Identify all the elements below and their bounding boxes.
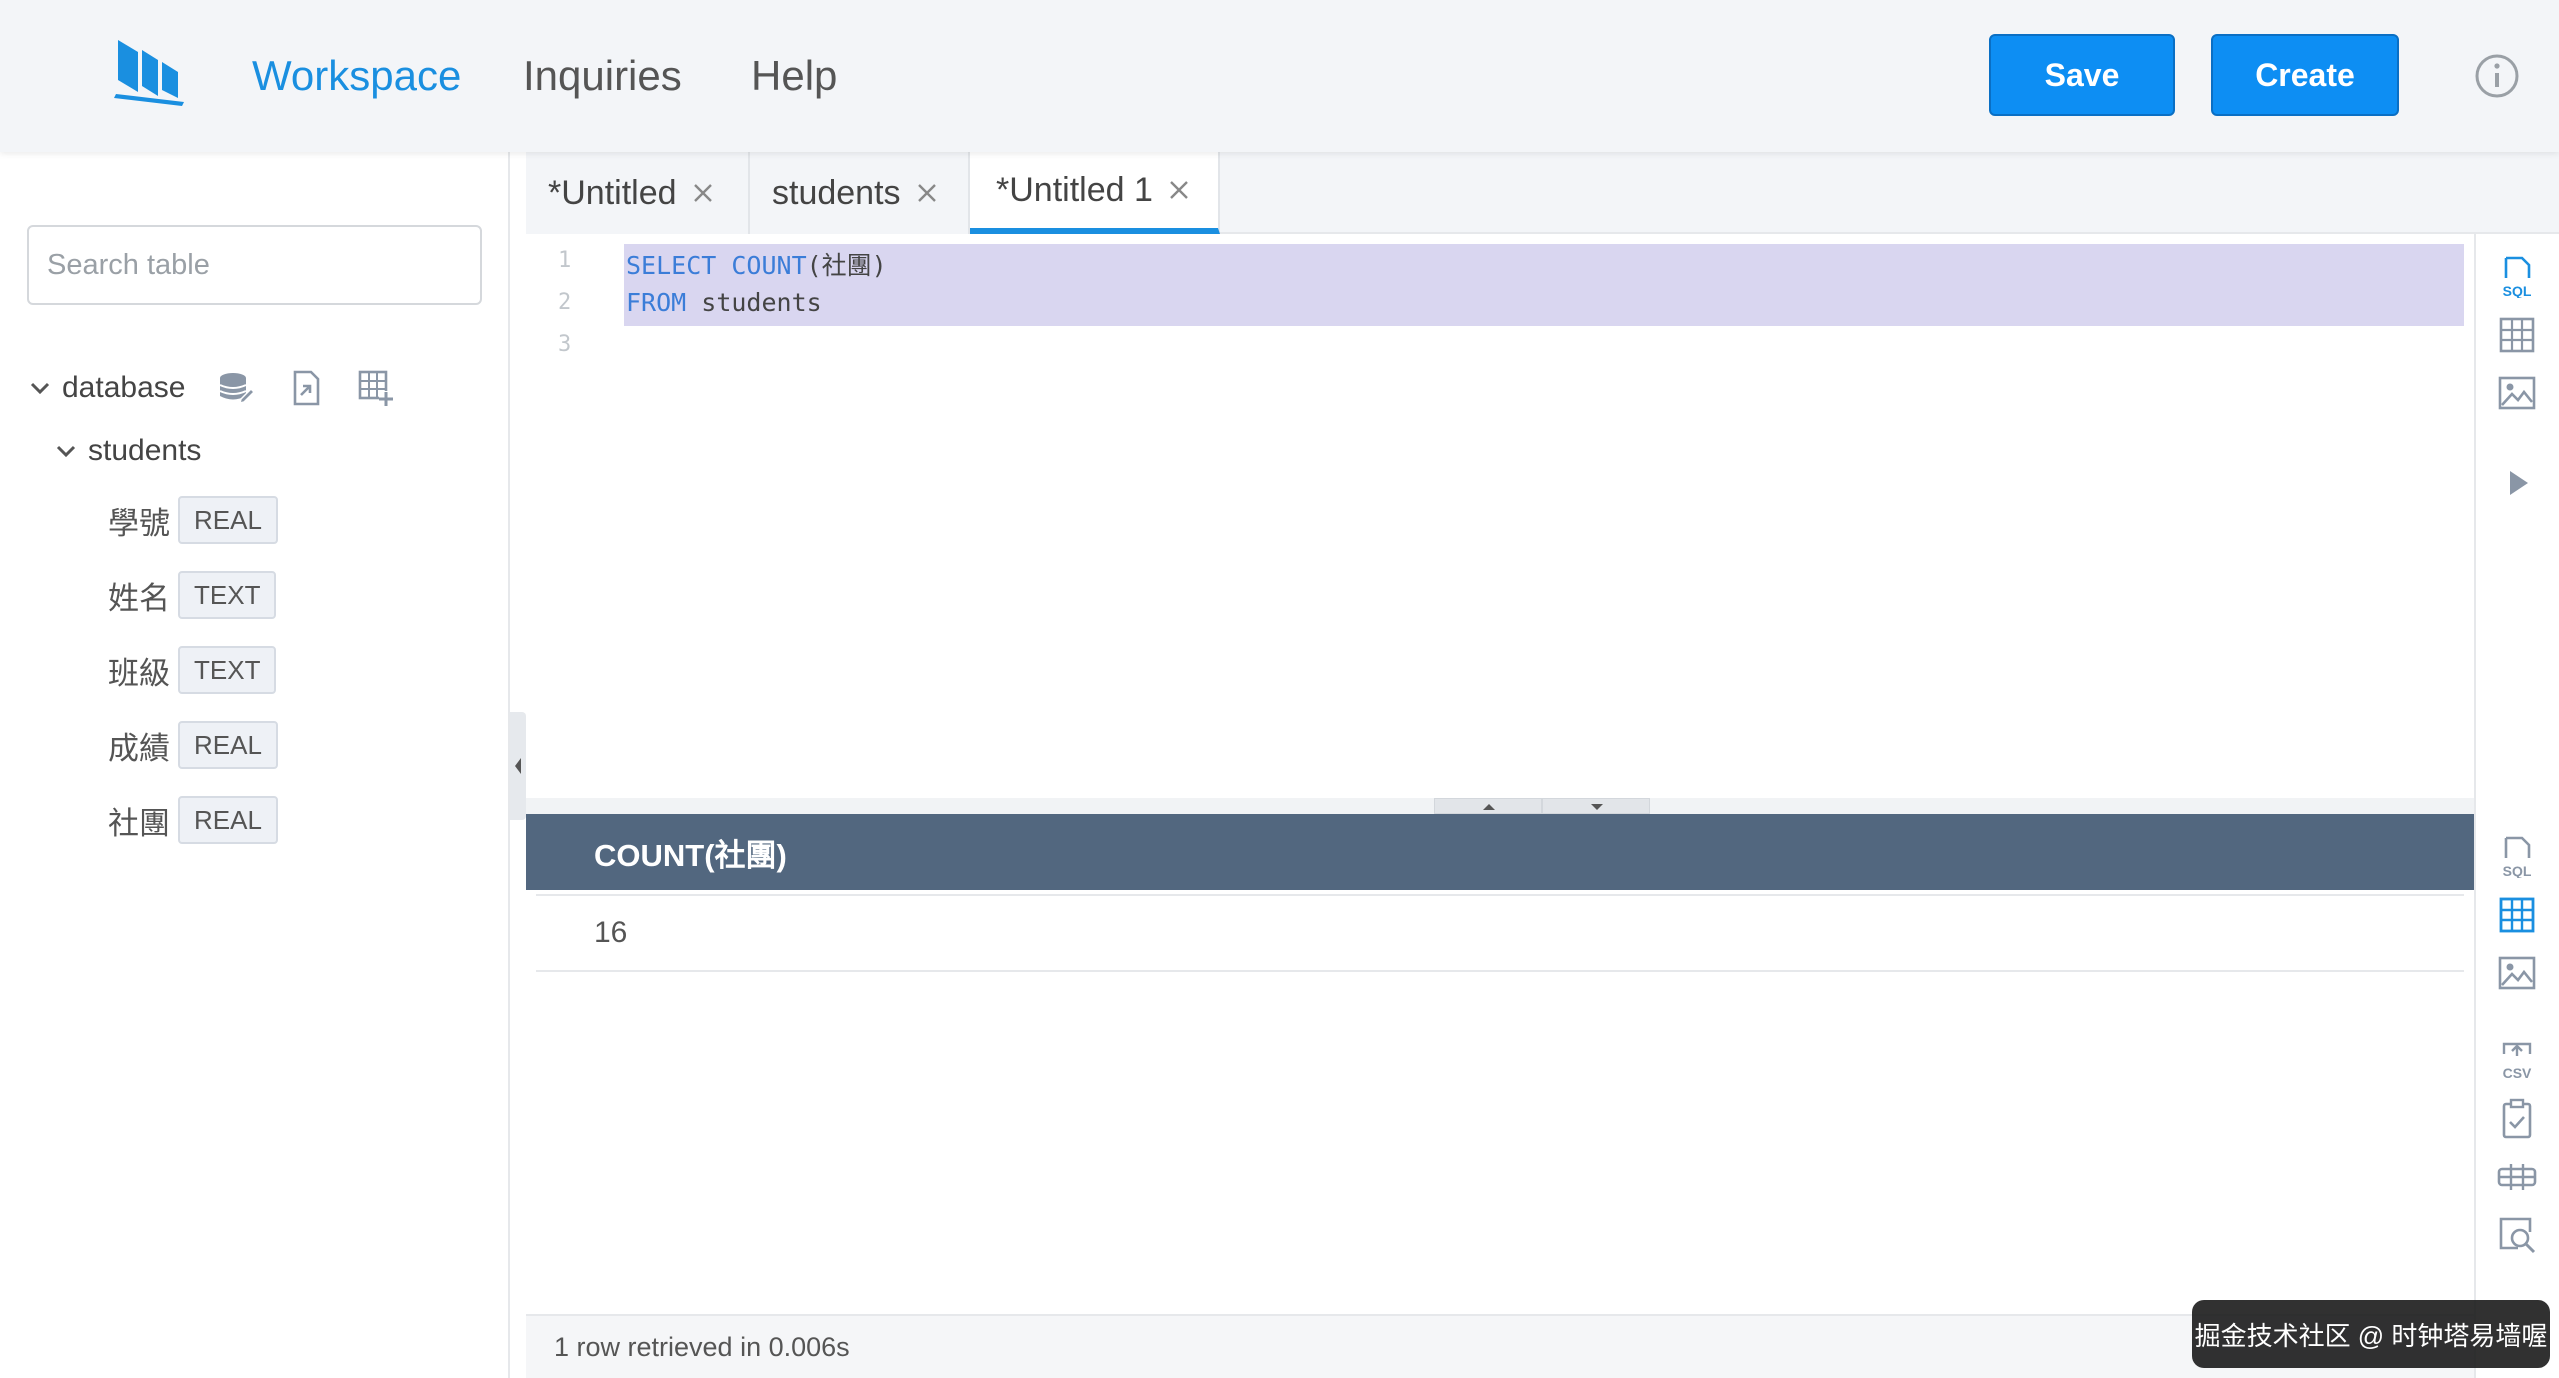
chevron-down-icon[interactable] [52, 437, 80, 465]
editor-tabbar: *Untitled students *Untitled 1 [526, 152, 2559, 234]
add-table-icon[interactable] [357, 369, 395, 407]
column-item[interactable]: 社團 REAL [108, 796, 278, 844]
caret-down-icon [1591, 804, 1603, 810]
right-toolbar: SQL SQL CSV [2474, 234, 2559, 1378]
create-button[interactable]: Create [2211, 34, 2399, 116]
image-icon[interactable] [2496, 952, 2538, 994]
sql-text: (社團) [806, 251, 887, 280]
column-layout-icon[interactable] [2496, 1156, 2538, 1198]
svg-text:CSV: CSV [2503, 1065, 2532, 1081]
image-icon[interactable] [2496, 372, 2538, 414]
column-name: 學號 [108, 505, 170, 541]
column-type-badge: REAL [178, 721, 278, 769]
save-button[interactable]: Save [1989, 34, 2175, 116]
selection-highlight [624, 244, 2464, 326]
close-icon[interactable] [1167, 178, 1191, 202]
nav-inquiries[interactable]: Inquiries [523, 48, 682, 104]
svg-text:SQL: SQL [2503, 283, 2532, 298]
column-name: 姓名 [108, 580, 170, 616]
sidebar-collapse-handle[interactable] [510, 712, 526, 820]
tab-untitled[interactable]: *Untitled [526, 152, 750, 234]
search-table-input[interactable] [27, 225, 482, 305]
line-number: 3 [558, 332, 572, 357]
chevron-left-icon [515, 758, 521, 774]
table-icon[interactable] [2496, 314, 2538, 356]
column-type-badge: TEXT [178, 571, 277, 619]
caret-up-icon [1483, 804, 1495, 810]
sql-keyword: SELECT COUNT [626, 251, 807, 280]
column-type-badge: TEXT [178, 646, 277, 694]
expand-down-button[interactable] [1542, 798, 1650, 814]
editor-results-splitter[interactable] [526, 798, 2474, 814]
watermark: 掘金技术社区 @ 时钟塔易墙喔 [2192, 1300, 2550, 1368]
line-number: 2 [558, 290, 572, 315]
table-icon[interactable] [2496, 894, 2538, 936]
tab-students[interactable]: students [750, 152, 970, 234]
sql-keyword: FROM [626, 288, 687, 317]
top-header: Workspace Inquiries Help Save Create [0, 0, 2559, 152]
sql-icon[interactable]: SQL [2496, 256, 2538, 298]
column-item[interactable]: 學號 REAL [108, 496, 278, 544]
tab-label: *Untitled 1 [996, 170, 1153, 209]
sql-text: students [686, 288, 822, 317]
column-name: 班級 [108, 655, 170, 691]
column-item[interactable]: 姓名 TEXT [108, 571, 277, 619]
results-table: 16 [526, 890, 2474, 1314]
column-name: 成績 [108, 730, 170, 766]
watermark-text: 掘金技术社区 @ 时钟塔易墙喔 [2194, 1320, 2548, 1351]
database-label: database [62, 371, 186, 404]
code-line-2[interactable]: FROM students [626, 288, 822, 317]
sql-editor[interactable]: 1 2 3 SELECT COUNT(社團) FROM students [526, 234, 2474, 800]
tab-label: students [772, 173, 901, 212]
database-node[interactable]: database [26, 369, 395, 407]
expand-up-button[interactable] [1434, 798, 1542, 814]
svg-text:SQL: SQL [2503, 863, 2532, 878]
search-preview-icon[interactable] [2496, 1214, 2538, 1256]
table-label: students [88, 434, 202, 467]
result-column-header[interactable]: COUNT(社團) [594, 830, 787, 875]
code-line-1[interactable]: SELECT COUNT(社團) [626, 246, 887, 282]
nav-workspace[interactable]: Workspace [252, 48, 461, 104]
info-icon[interactable] [2474, 53, 2520, 99]
table-node-students[interactable]: students [52, 434, 201, 468]
chevron-down-icon[interactable] [26, 374, 54, 402]
result-cell[interactable]: 16 [594, 916, 627, 950]
table-row[interactable]: 16 [536, 894, 2464, 972]
import-file-icon[interactable] [287, 369, 325, 407]
clipboard-icon[interactable] [2496, 1098, 2538, 1140]
tab-label: *Untitled [548, 173, 677, 212]
tab-untitled-1[interactable]: *Untitled 1 [970, 152, 1220, 234]
close-icon[interactable] [691, 181, 715, 205]
results-header: COUNT(社團) [526, 814, 2474, 890]
sql-icon[interactable]: SQL [2496, 836, 2538, 878]
database-connect-icon[interactable] [217, 369, 256, 407]
column-type-badge: REAL [178, 796, 278, 844]
play-icon[interactable] [2496, 462, 2538, 504]
csv-export-icon[interactable]: CSV [2496, 1040, 2538, 1082]
line-number: 1 [558, 248, 572, 273]
line-gutter: 1 2 3 [526, 234, 616, 800]
app-logo-icon[interactable] [112, 36, 188, 106]
column-name: 社團 [108, 805, 170, 841]
nav-help[interactable]: Help [751, 48, 837, 104]
status-bar: 1 row retrieved in 0.006s [526, 1314, 2474, 1378]
column-item[interactable]: 成績 REAL [108, 721, 278, 769]
schema-sidebar: database students 學號 REAL 姓名 TEXT [0, 152, 510, 1378]
status-text: 1 row retrieved in 0.006s [554, 1331, 850, 1362]
column-type-badge: REAL [178, 496, 278, 544]
column-item[interactable]: 班級 TEXT [108, 646, 277, 694]
close-icon[interactable] [915, 181, 939, 205]
